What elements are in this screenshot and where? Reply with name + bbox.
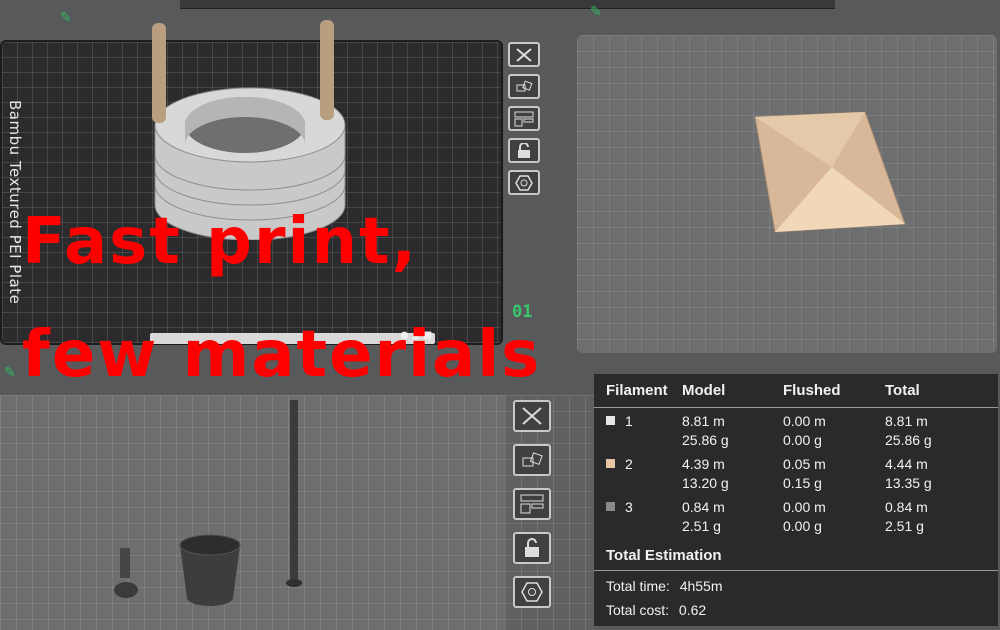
model-weight: 2.51 g (682, 518, 721, 534)
peg-left (152, 23, 166, 123)
top-toolbar (180, 0, 835, 9)
header-filament: Filament (606, 382, 668, 399)
filament-swatch (606, 459, 615, 468)
flushed-length: 0.05 m (783, 456, 826, 472)
lock-icon[interactable] (508, 138, 540, 163)
model-cup[interactable] (175, 530, 245, 610)
model-pin[interactable] (112, 548, 140, 603)
total-cost-label: Total cost: (606, 602, 670, 618)
flushed-length: 0.00 m (783, 413, 826, 429)
flushed-weight: 0.00 g (783, 518, 822, 534)
total-time-row: Total time: 4h55m (594, 574, 998, 598)
flushed-weight: 0.00 g (783, 432, 822, 448)
auto-arrange-icon[interactable] (508, 74, 540, 99)
total-length: 4.44 m (885, 456, 928, 472)
peg-right (320, 20, 334, 120)
model-weight: 13.20 g (682, 475, 729, 491)
filament-id: 2 (625, 456, 633, 472)
filament-id: 3 (625, 499, 633, 515)
pencil-icon[interactable]: ✎ (590, 4, 602, 20)
settings-icon[interactable] (513, 576, 551, 608)
total-length: 8.81 m (885, 413, 928, 429)
slice-stats-panel: Filament Model Flushed Total 1 8.81 m 25.… (594, 374, 998, 626)
stats-header: Filament Model Flushed Total (594, 374, 998, 408)
overlay-headline-line2: few materials (22, 318, 542, 392)
total-cost-row: Total cost: 0.62 (594, 598, 998, 622)
total-weight: 25.86 g (885, 432, 932, 448)
plate-toolbar-top (508, 42, 540, 195)
model-rod[interactable] (284, 400, 304, 590)
total-estimation-title: Total Estimation (594, 543, 998, 571)
settings-icon[interactable] (508, 170, 540, 195)
pencil-icon[interactable]: ✎ (60, 10, 72, 26)
plate-toolbar-bottom (513, 400, 551, 608)
plate-view-bottom[interactable] (0, 395, 505, 630)
flushed-weight: 0.15 g (783, 475, 822, 491)
total-cost-value: 0.62 (678, 602, 707, 618)
lock-icon[interactable] (513, 532, 551, 564)
layout-icon[interactable] (513, 488, 551, 520)
flushed-length: 0.00 m (783, 499, 826, 515)
total-time-label: Total time: (606, 578, 670, 594)
model-length: 0.84 m (682, 499, 725, 515)
filament-row: 3 0.84 m 2.51 g 0.00 m 0.00 g 0.84 m 2.51 g (594, 494, 998, 537)
overlay-headline-line1: Fast print, (22, 205, 418, 279)
header-flushed: Flushed (783, 382, 841, 399)
total-weight: 13.35 g (885, 475, 932, 491)
model-length: 4.39 m (682, 456, 725, 472)
model-weight: 25.86 g (682, 432, 729, 448)
total-length: 0.84 m (885, 499, 928, 515)
total-time-value: 4h55m (679, 578, 723, 594)
model-roof[interactable] (750, 112, 910, 237)
header-model: Model (682, 382, 726, 399)
header-total: Total (885, 382, 920, 399)
model-length: 8.81 m (682, 413, 725, 429)
total-weight: 2.51 g (885, 518, 924, 534)
filament-row: 1 8.81 m 25.86 g 0.00 m 0.00 g 8.81 m 25.86… (594, 408, 998, 451)
filament-swatch (606, 502, 615, 511)
pencil-icon[interactable]: ✎ (4, 365, 16, 381)
auto-arrange-icon[interactable] (513, 444, 551, 476)
filament-swatch (606, 416, 615, 425)
filament-id: 1 (625, 413, 633, 429)
close-icon[interactable] (508, 42, 540, 67)
close-icon[interactable] (513, 400, 551, 432)
filament-row: 2 4.39 m 13.20 g 0.05 m 0.15 g 4.44 m 13.35… (594, 451, 998, 494)
layout-icon[interactable] (508, 106, 540, 131)
